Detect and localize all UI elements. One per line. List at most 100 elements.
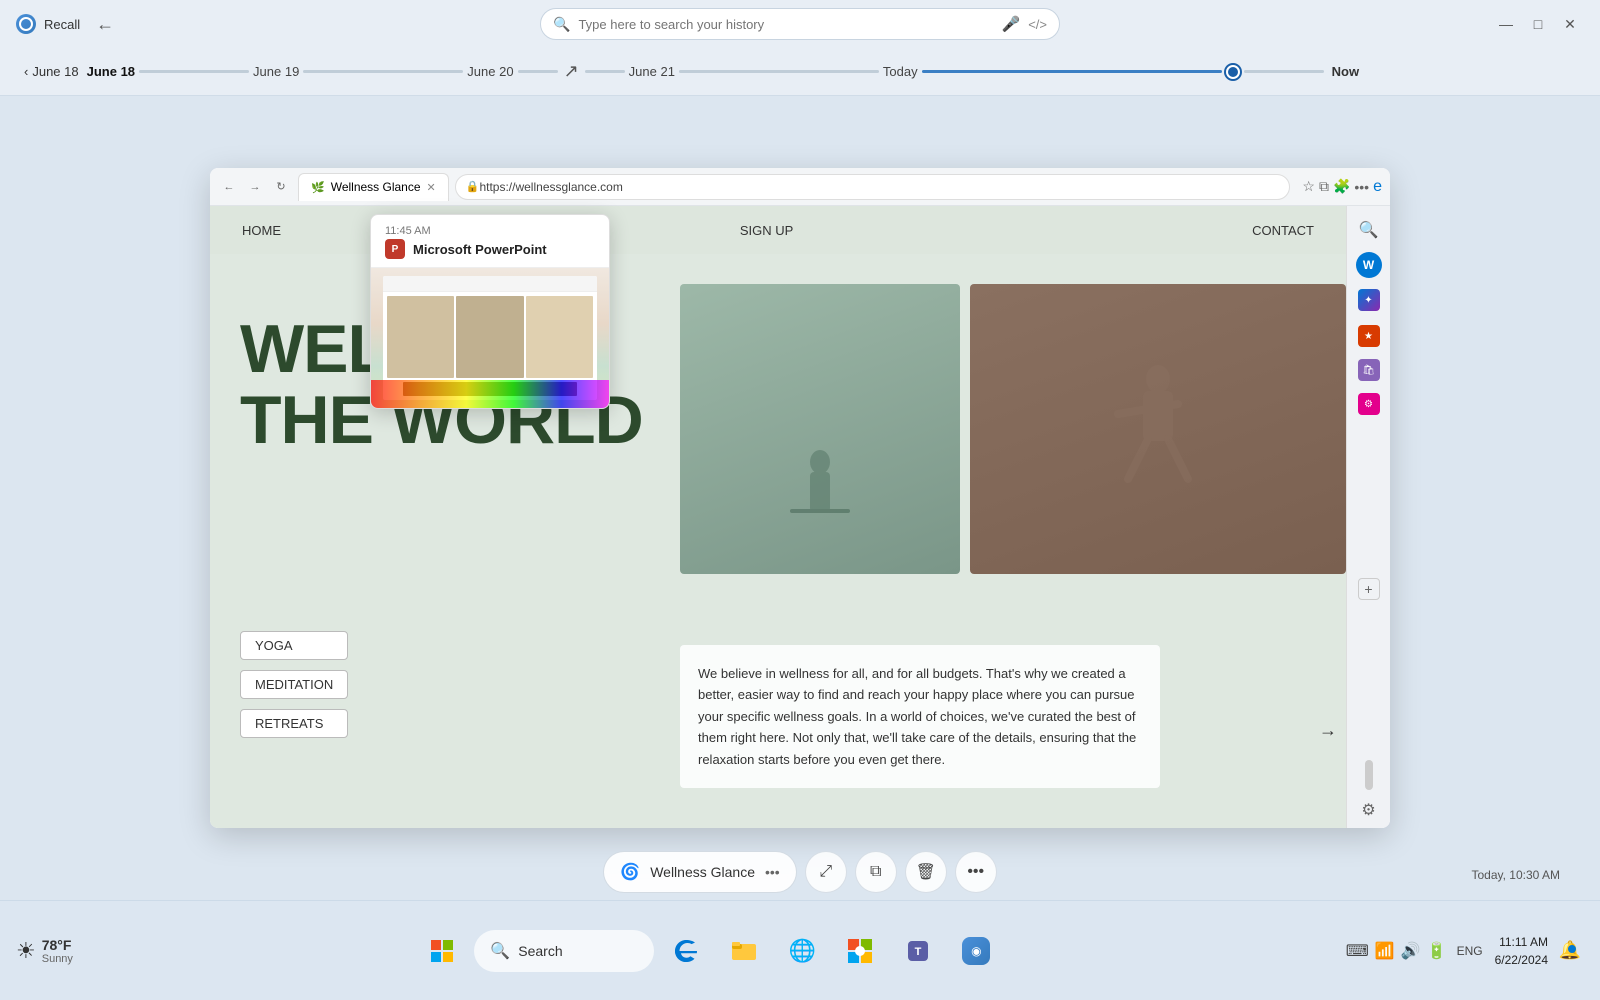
bottom-action-bar: 🌀 Wellness Glance ••• ⤢ ⧉ 🗑 ••• (0, 844, 1600, 900)
browser-menu-icon[interactable]: ••• (1354, 179, 1369, 195)
history-search-bar[interactable]: 🔍 🎤 </> (540, 8, 1060, 40)
more-button[interactable]: ••• (955, 851, 997, 893)
store-taskbar-button[interactable] (834, 925, 886, 977)
timeline-bar-now (1244, 70, 1324, 73)
search-icon: 🔍 (553, 16, 570, 33)
source-label: Wellness Glance (650, 864, 755, 880)
notification-dot (1568, 945, 1576, 953)
edge-taskbar-button[interactable] (660, 925, 712, 977)
nav-back[interactable]: ← (96, 14, 114, 35)
timeline-june20[interactable]: June 20 (467, 64, 513, 79)
weather-icon: ☀ (16, 938, 36, 964)
timeline-date-label: June 18 (32, 64, 78, 79)
nav-signup[interactable]: SIGN UP (740, 223, 793, 238)
ppt-title-row: P Microsoft PowerPoint (385, 239, 595, 259)
close-button[interactable]: ✕ (1556, 10, 1584, 38)
taskbar-search-icon: 🔍 (490, 941, 510, 961)
taskbar-right: ⌨ 📶 🔊 🔋 ENG 11:11 AM 6/22/2024 🔔 (1330, 933, 1600, 969)
copy-button[interactable]: ⧉ (855, 851, 897, 893)
system-clock[interactable]: 11:11 AM 6/22/2024 (1495, 933, 1548, 969)
timeline-june19[interactable]: June 19 (253, 64, 299, 79)
language-indicator[interactable]: ENG (1457, 944, 1483, 958)
history-search-input[interactable] (578, 17, 993, 32)
tab-favicon: 🌿 (311, 181, 325, 194)
keyboard-icon[interactable]: ⌨ (1346, 941, 1369, 961)
title-bar-left: Recall ← (16, 14, 136, 35)
maximize-button[interactable]: □ (1524, 10, 1552, 38)
weather-widget[interactable]: ☀ 78°F Sunny (16, 937, 73, 965)
files-taskbar-button[interactable] (718, 925, 770, 977)
sidebar-copilot-icon[interactable]: ✦ (1353, 284, 1385, 316)
browser-chrome: ← → ↻ 🌿 Wellness Glance ✕ 🔒 https://well… (210, 168, 1390, 206)
nav-contact[interactable]: CONTACT (1252, 223, 1314, 238)
taskbar: ☀ 78°F Sunny 🔍 Search (0, 900, 1600, 1000)
delete-button[interactable]: 🗑 (905, 851, 947, 893)
browser-back[interactable]: ← (218, 176, 240, 198)
recall-app-icon (16, 14, 36, 34)
ppt-popup[interactable]: 11:45 AM P Microsoft PowerPoint (370, 214, 610, 409)
timeline-dot (1226, 65, 1240, 79)
address-bar[interactable]: 🔒 https://wellnessglance.com (455, 174, 1291, 200)
weather-temp: 78°F (42, 937, 73, 953)
url-text: https://wellnessglance.com (479, 180, 622, 194)
sidebar-search-icon[interactable]: 🔍 (1353, 214, 1385, 246)
tab-title: Wellness Glance (331, 180, 421, 194)
expand-button[interactable]: ⤢ (805, 851, 847, 893)
ppt-toolbar (383, 276, 597, 292)
title-bar-right: — □ ✕ (1464, 10, 1584, 38)
wellness-description-block: We believe in wellness for all, and for … (680, 645, 1266, 788)
browser-sidebar: 🔍 W ✦ ★ 🛍 ⚙ + (1346, 206, 1390, 828)
battery-icon[interactable]: 🔋 (1427, 941, 1447, 961)
timeline-now-label: Now (1332, 64, 1359, 79)
ppt-preview (371, 268, 609, 408)
timeline-june21[interactable]: June 21 (629, 64, 675, 79)
code-icon[interactable]: </> (1028, 17, 1047, 32)
ppt-app-name: Microsoft PowerPoint (413, 242, 547, 257)
timeline-bar-5 (679, 70, 879, 73)
collections-icon[interactable]: ⧉ (1319, 178, 1329, 195)
nav-home[interactable]: HOME (242, 223, 281, 238)
tab-close-icon[interactable]: ✕ (427, 181, 436, 194)
source-icon: 🌀 (620, 862, 640, 882)
weather-info: 78°F Sunny (42, 937, 73, 965)
minimize-button[interactable]: — (1492, 10, 1520, 38)
sidebar-add-icon[interactable]: + (1358, 578, 1380, 600)
sidebar-profile-icon[interactable]: W (1356, 252, 1382, 278)
retreats-link[interactable]: RETREATS (240, 709, 348, 738)
volume-icon[interactable]: 🔊 (1401, 941, 1421, 961)
sidebar-tools-icon[interactable]: ⚙ (1358, 393, 1380, 415)
ppt-rainbow (371, 380, 609, 408)
wellness-image-right (970, 284, 1346, 574)
browser-tab-active[interactable]: 🌿 Wellness Glance ✕ (298, 173, 449, 201)
browser-forward[interactable]: → (244, 176, 266, 198)
timeline-june18[interactable]: June 18 (87, 64, 135, 79)
sidebar-collections-icon[interactable]: ★ (1358, 325, 1380, 347)
ppt-img-2 (456, 296, 523, 378)
edge-logo: e (1373, 178, 1382, 196)
yoga-link[interactable]: YOGA (240, 631, 348, 660)
description-arrow[interactable]: → (1310, 712, 1346, 748)
mic-icon[interactable]: 🎤 (1002, 15, 1021, 33)
notification-button[interactable]: 🔔 (1556, 937, 1584, 965)
taskbar-search-text: Search (518, 943, 562, 959)
extension-icon[interactable]: 🧩 (1333, 178, 1350, 195)
app-title: Recall (44, 17, 80, 32)
start-button[interactable] (416, 925, 468, 977)
weather-desc: Sunny (42, 953, 73, 965)
timeline-back-button[interactable]: ‹ June 18 (24, 64, 79, 79)
teams-taskbar-button[interactable]: T (892, 925, 944, 977)
meditation-link[interactable]: MEDITATION (240, 670, 348, 699)
timeline-bar-2 (303, 70, 463, 73)
timeline-today[interactable]: Today (883, 64, 918, 79)
source-more-icon[interactable]: ••• (765, 864, 780, 880)
taskbar-search-bar[interactable]: 🔍 Search (474, 930, 654, 972)
sidebar-shopping-icon[interactable]: 🛍 (1358, 359, 1380, 381)
wifi-icon[interactable]: 📶 (1375, 941, 1395, 961)
browser-refresh[interactable]: ↻ (270, 176, 292, 198)
fav-icon[interactable]: ☆ (1302, 178, 1315, 195)
lock-icon: 🔒 (466, 180, 480, 193)
sidebar-settings-icon[interactable]: ⚙ (1361, 800, 1375, 820)
browser-taskbar-button[interactable]: 🌐 (776, 925, 828, 977)
recall-taskbar-button[interactable]: ◉ (950, 925, 1002, 977)
source-pill[interactable]: 🌀 Wellness Glance ••• (603, 851, 796, 893)
